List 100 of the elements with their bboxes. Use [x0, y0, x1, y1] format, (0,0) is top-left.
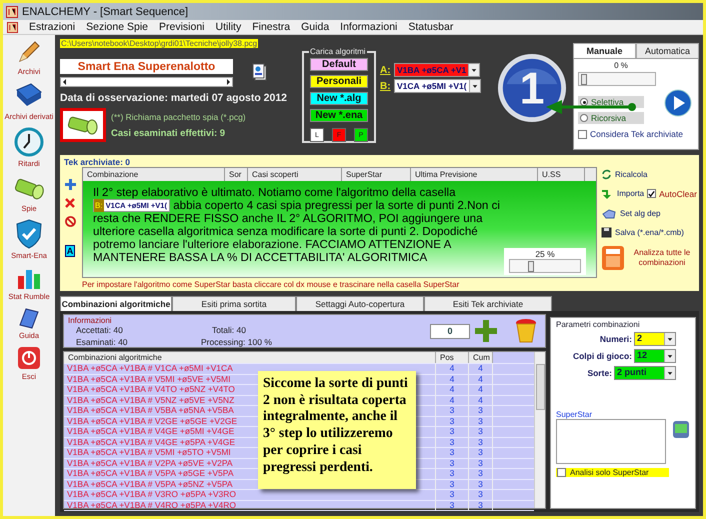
device-icon[interactable]	[672, 419, 690, 439]
menu-item[interactable]: Estrazioni	[29, 21, 76, 33]
action-button[interactable]: Importa	[601, 187, 644, 200]
tab[interactable]: Settaggi Auto-copertura	[296, 296, 424, 311]
checkbox[interactable]	[557, 468, 566, 477]
menu-item[interactable]: Informazioni	[340, 21, 398, 33]
parameter-dropdown[interactable]: 2 punti	[614, 366, 676, 380]
table-cell: 3	[436, 490, 469, 500]
acceptance-reading: 25 %	[535, 249, 555, 259]
analyze-button[interactable]: Analizza tutte le combinazioni	[601, 245, 695, 271]
field-value: 2	[635, 333, 664, 345]
field-label: Sorte:	[587, 368, 612, 378]
flashlight-button[interactable]	[60, 108, 106, 142]
table-cell: 3	[436, 469, 469, 478]
parameter-dropdown[interactable]: 12	[634, 349, 676, 363]
scroll-left-arrow-icon[interactable]	[61, 78, 69, 86]
step-number-badge: 1	[498, 54, 566, 122]
menu-item[interactable]: Statusbar	[408, 21, 454, 33]
checkbox[interactable]	[578, 130, 587, 138]
menu-item[interactable]: Utility	[216, 21, 242, 33]
slider-track[interactable]	[509, 259, 581, 273]
progress-reading: 0 %	[614, 61, 628, 70]
dropdown-caret-icon[interactable]	[664, 350, 675, 362]
menu-item[interactable]: Sezione Spie	[86, 21, 148, 33]
tab[interactable]: Automatica	[636, 43, 699, 58]
table-cell: 3	[469, 500, 493, 510]
radio-label: Ricorsiva	[591, 113, 626, 123]
table-cell: 4	[469, 396, 493, 405]
menu-item[interactable]: Previsioni	[159, 21, 205, 33]
dropdown-caret-icon[interactable]	[468, 80, 480, 92]
slider-thumb[interactable]	[528, 261, 534, 272]
arrow-icon	[601, 187, 614, 200]
tab[interactable]: Esiti Tek archiviate	[424, 296, 552, 311]
dropdown-caret-icon[interactable]	[664, 367, 675, 379]
counter-field[interactable]: 0	[430, 324, 470, 338]
app-icon	[7, 22, 18, 32]
table-cell: 3	[469, 406, 493, 416]
action-button[interactable]: Set alg dep	[601, 207, 660, 220]
checkbox-label: AutoClear	[659, 188, 697, 198]
table-cell: 3	[436, 480, 469, 489]
spy-package-hint: (**) Richiama pacchetto spia (*.pcg)	[111, 112, 246, 122]
table-cell: 3	[469, 416, 493, 426]
panel-title: Parametri combinazioni	[556, 320, 641, 329]
slider-track[interactable]	[578, 72, 656, 86]
action-button[interactable]: Ricalcola	[601, 169, 648, 180]
stat-text: Processing: 100 %	[201, 336, 273, 348]
dropdown-caret-icon[interactable]	[664, 333, 675, 345]
bucket-icon[interactable]	[515, 318, 537, 344]
refresh-icon	[601, 169, 612, 180]
load-button[interactable]: Personali	[310, 75, 368, 88]
radio-button[interactable]	[580, 114, 588, 122]
superstar-field[interactable]	[556, 419, 666, 464]
shield-icon	[16, 219, 42, 249]
plus-icon[interactable]	[64, 179, 76, 190]
parameter-dropdown[interactable]: 2	[634, 332, 676, 346]
group-title: Carica algoritmi	[309, 47, 367, 56]
table-cell: 3	[469, 458, 493, 468]
table-cell: 3	[469, 438, 493, 447]
table-cell: V1BA +ø5CA +V1BA # V3RO +ø5PA +V3RO	[64, 490, 436, 500]
examined-cases: Casi esaminati effettivi: 9	[111, 128, 226, 138]
menu-item[interactable]: Finestra	[252, 21, 290, 33]
table-cell: 3	[469, 469, 493, 478]
load-button[interactable]: Default	[310, 58, 368, 71]
panel-title: Informazioni	[68, 316, 112, 325]
power-icon	[17, 346, 41, 370]
floppy-icon	[601, 227, 612, 238]
scrollbar[interactable]	[60, 77, 233, 87]
plus-icon[interactable]	[475, 320, 497, 342]
algorithm-dropdown[interactable]: V1CA +ø5MI +V1(	[394, 79, 481, 93]
stat-text: Accettati: 40	[76, 324, 124, 336]
letter-button[interactable]: A	[65, 245, 75, 257]
slider-thumb[interactable]	[581, 74, 587, 85]
table-cell: 3	[469, 448, 493, 458]
menu-item[interactable]: Guida	[301, 21, 330, 33]
tab[interactable]: Esiti prima sortita	[172, 296, 296, 311]
column-header: Combinazioni algoritmiche	[64, 352, 436, 363]
load-button[interactable]: New *.alg	[310, 92, 368, 105]
load-button[interactable]: New *.ena	[310, 109, 368, 122]
document-icon[interactable]	[252, 63, 268, 81]
scroll-right-arrow-icon[interactable]	[224, 78, 232, 86]
action-button[interactable]: Salva (*.ena/*.cmb)	[601, 227, 684, 238]
delete-icon[interactable]	[65, 198, 75, 208]
dropdown-caret-icon[interactable]	[468, 64, 480, 76]
tab[interactable]: Manuale	[573, 43, 636, 58]
window-title: ENALCHEMY - [Smart Sequence]	[22, 6, 188, 18]
tab[interactable]: Combinazioni algoritmiche	[60, 296, 172, 311]
scrollbar[interactable]	[534, 352, 545, 508]
checkbox[interactable]	[647, 189, 656, 198]
title-field: Smart Ena Superenalotto	[60, 59, 233, 74]
forbidden-icon[interactable]	[64, 216, 76, 227]
table-cell: 3	[469, 427, 493, 436]
table-cell: 3	[436, 448, 469, 458]
radio-button[interactable]	[580, 98, 588, 106]
panel-title: Tek archiviate: 0	[64, 157, 131, 167]
algorithm-dropdown[interactable]: V1BA +ø5CA +V1	[394, 63, 480, 77]
play-button[interactable]	[664, 89, 692, 117]
app-icon	[6, 6, 18, 18]
table-cell: 4	[469, 374, 493, 384]
field-label: Numeri:	[600, 334, 632, 344]
clock-icon	[14, 127, 44, 157]
